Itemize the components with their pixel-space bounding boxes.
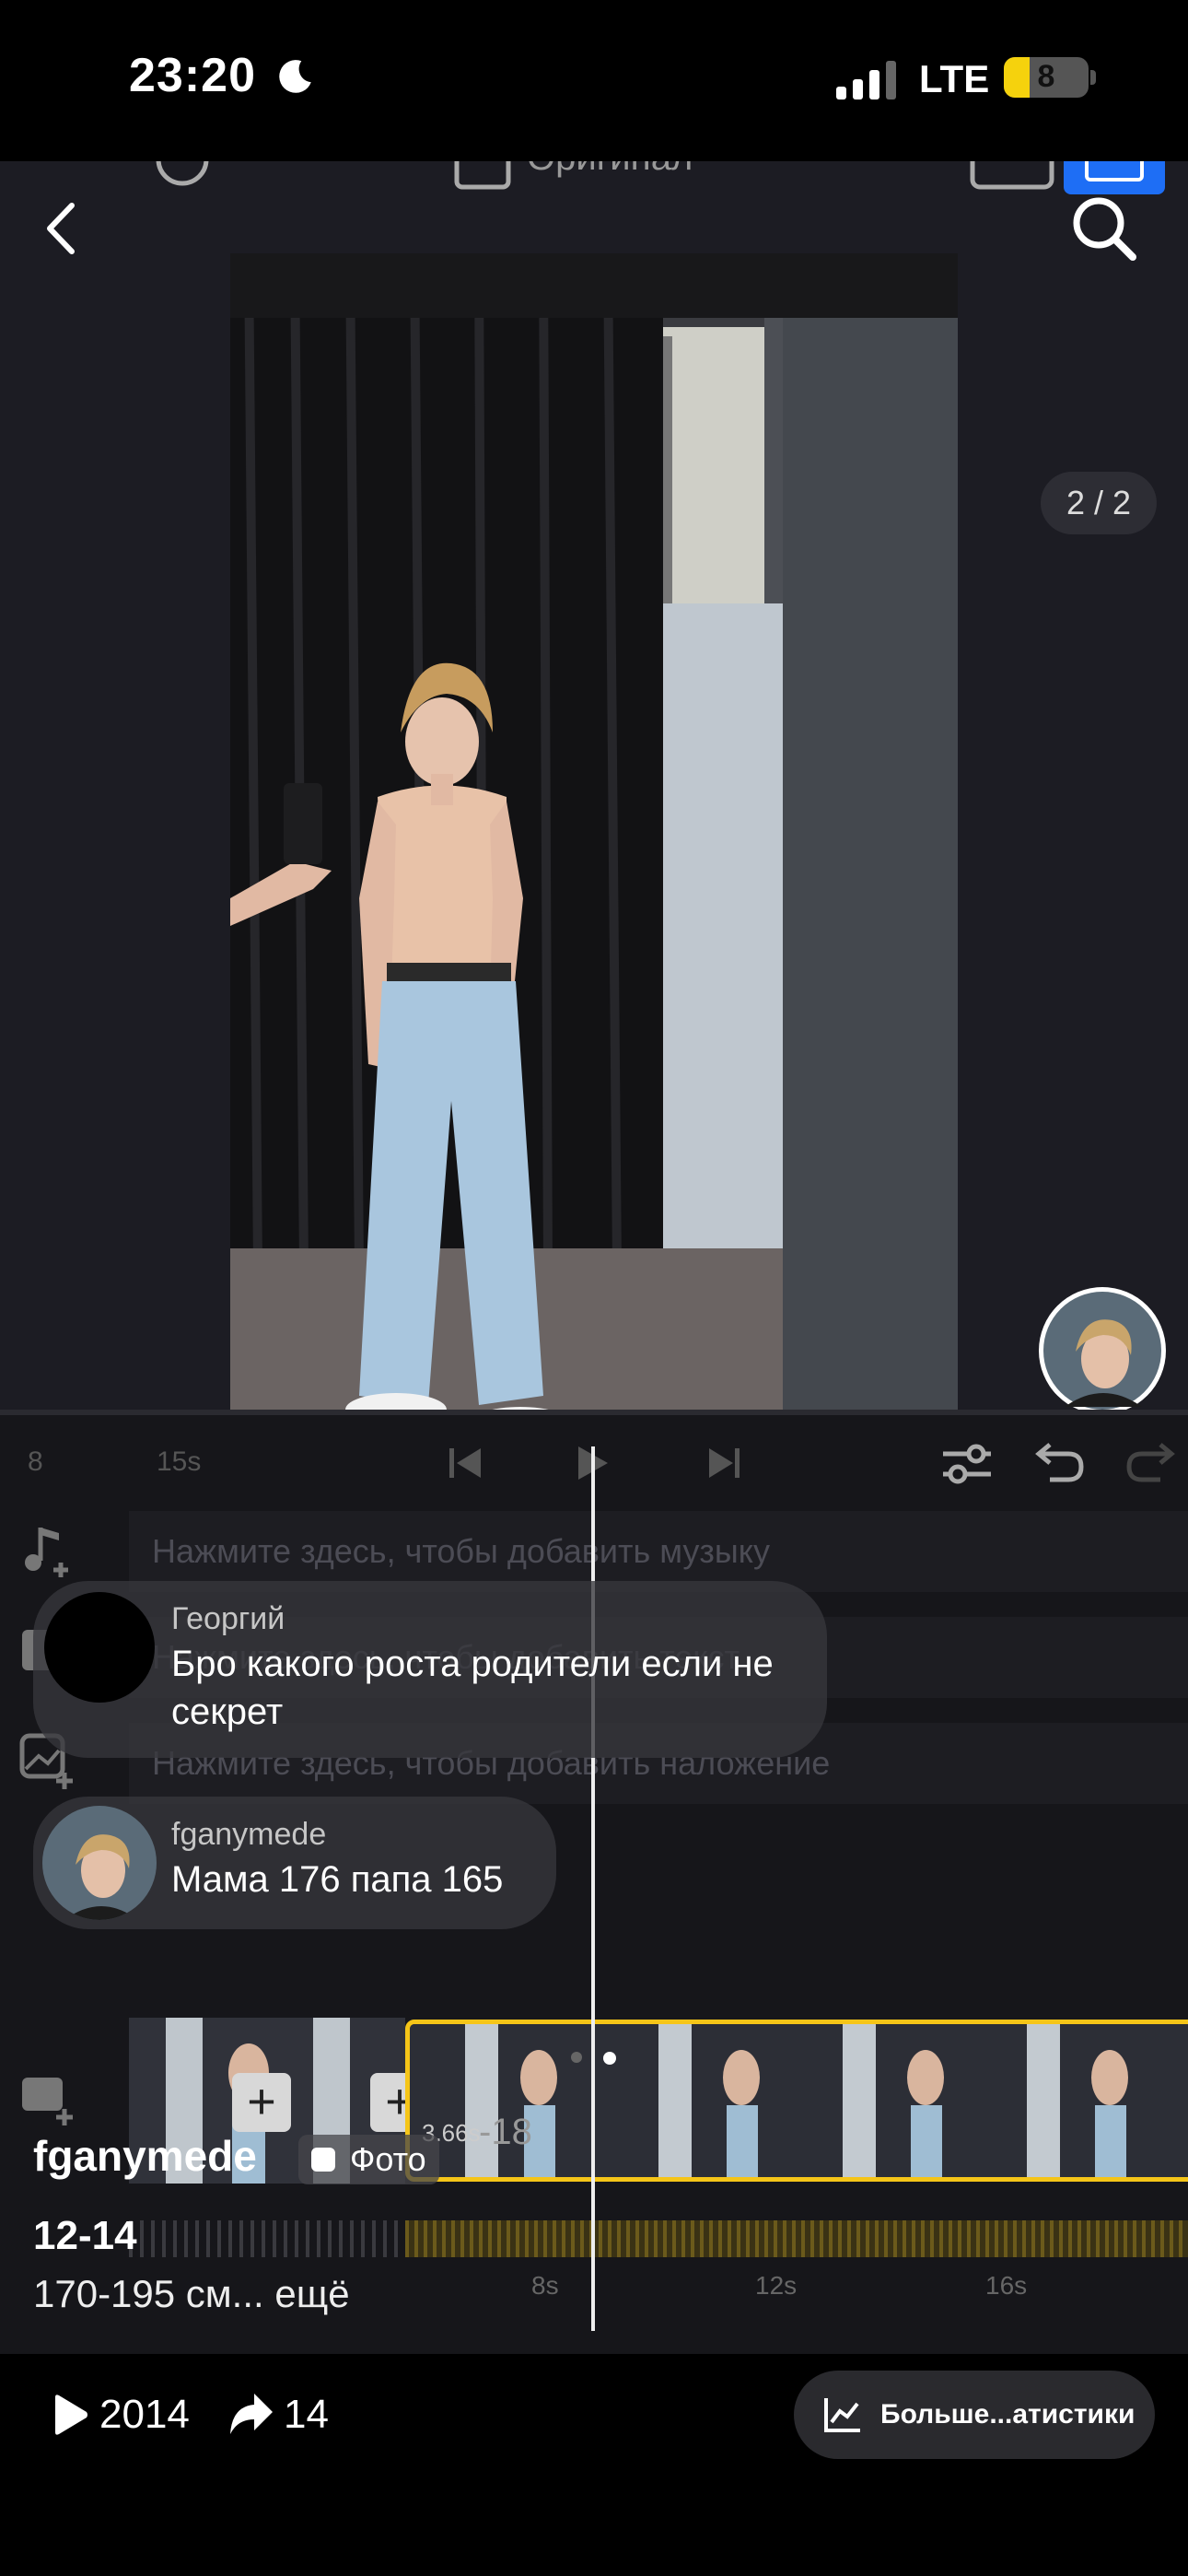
adjust-icon[interactable]: [941, 1443, 993, 1485]
post-photo[interactable]: [230, 253, 958, 1551]
waveform-left: [129, 2220, 405, 2257]
stats-icon: [824, 2398, 860, 2432]
waveform-selected: [405, 2220, 1188, 2257]
battery-nub: [1090, 70, 1096, 85]
commenter-avatar[interactable]: [44, 1592, 155, 1703]
comment-text: Бро какого роста родители если не секрет: [171, 1644, 774, 1732]
playback-controls[interactable]: [446, 1443, 744, 1483]
share-icon[interactable]: [228, 2392, 274, 2436]
keyframe-dot: [571, 2052, 582, 2063]
music-track[interactable]: Нажмите здесь, чтобы добавить музыку: [129, 1511, 1188, 1592]
back-icon[interactable]: [39, 198, 85, 259]
comment-bubble-2[interactable]: fganymede Мама 176 папа 165: [33, 1797, 556, 1929]
post-description[interactable]: 170-195 см... ещё: [33, 2272, 350, 2316]
share-count: 14: [284, 2392, 329, 2437]
avatar-image: [1043, 1292, 1161, 1410]
page-counter: 2 / 2: [1041, 472, 1157, 534]
music-add-icon[interactable]: [18, 1520, 77, 1579]
playhead[interactable]: [591, 1446, 595, 2331]
status-bar: 23:20 LTE 8: [0, 0, 1188, 161]
network-type: LTE: [919, 57, 990, 100]
reply-avatar-image: [64, 1834, 138, 1920]
tick-16s: 16s: [985, 2271, 1028, 2300]
reply-text: Мама 176 папа 165: [171, 1859, 504, 1900]
search-icon[interactable]: [1068, 193, 1140, 264]
timecode-label: 15s: [157, 1446, 202, 1477]
moon-icon: [279, 60, 311, 93]
content-type-badge: Фото: [298, 2135, 439, 2184]
signal-icon: [836, 61, 896, 100]
post-title: 12-14: [33, 2213, 137, 2258]
view-count: 2014: [99, 2392, 190, 2437]
more-stats-button[interactable]: Больше...атистики: [794, 2371, 1155, 2459]
photo-icon: [311, 2148, 335, 2172]
undo-redo-icons[interactable]: [1031, 1441, 1179, 1487]
author-name[interactable]: fganymede: [33, 2131, 257, 2181]
reply-avatar[interactable]: [42, 1806, 157, 1920]
selected-clip[interactable]: [405, 2020, 1188, 2182]
status-time: 23:20: [129, 49, 256, 102]
creator-avatar[interactable]: [1039, 1287, 1166, 1414]
underlying-toolbar-label: Оригинал: [527, 161, 693, 179]
timecode-left: 8: [28, 1446, 43, 1477]
add-clip-button[interactable]: +: [232, 2073, 291, 2132]
tick-12s: 12s: [755, 2271, 798, 2300]
content-type-label: Фото: [350, 2140, 426, 2178]
battery-icon: 8: [1004, 57, 1089, 98]
selected-clip-thumbnails: [410, 2024, 1188, 2177]
editor-divider: [0, 1410, 1188, 1415]
clip-range: -18: [479, 2112, 532, 2152]
battery-level: 8: [1037, 59, 1055, 94]
play-icon: [55, 2395, 87, 2435]
more-stats-label: Больше...атистики: [880, 2399, 1136, 2430]
keyframe-dot-active: [603, 2052, 616, 2065]
comment-author: Георгий: [171, 1601, 285, 1636]
clip-add-icon[interactable]: [18, 2068, 77, 2127]
tick-8s: 8s: [531, 2271, 559, 2300]
comment-bubble-1[interactable]: Георгий Бро какого роста родители если н…: [33, 1581, 827, 1758]
reply-author: fganymede: [171, 1817, 327, 1852]
photo-illustration: [230, 253, 958, 1551]
